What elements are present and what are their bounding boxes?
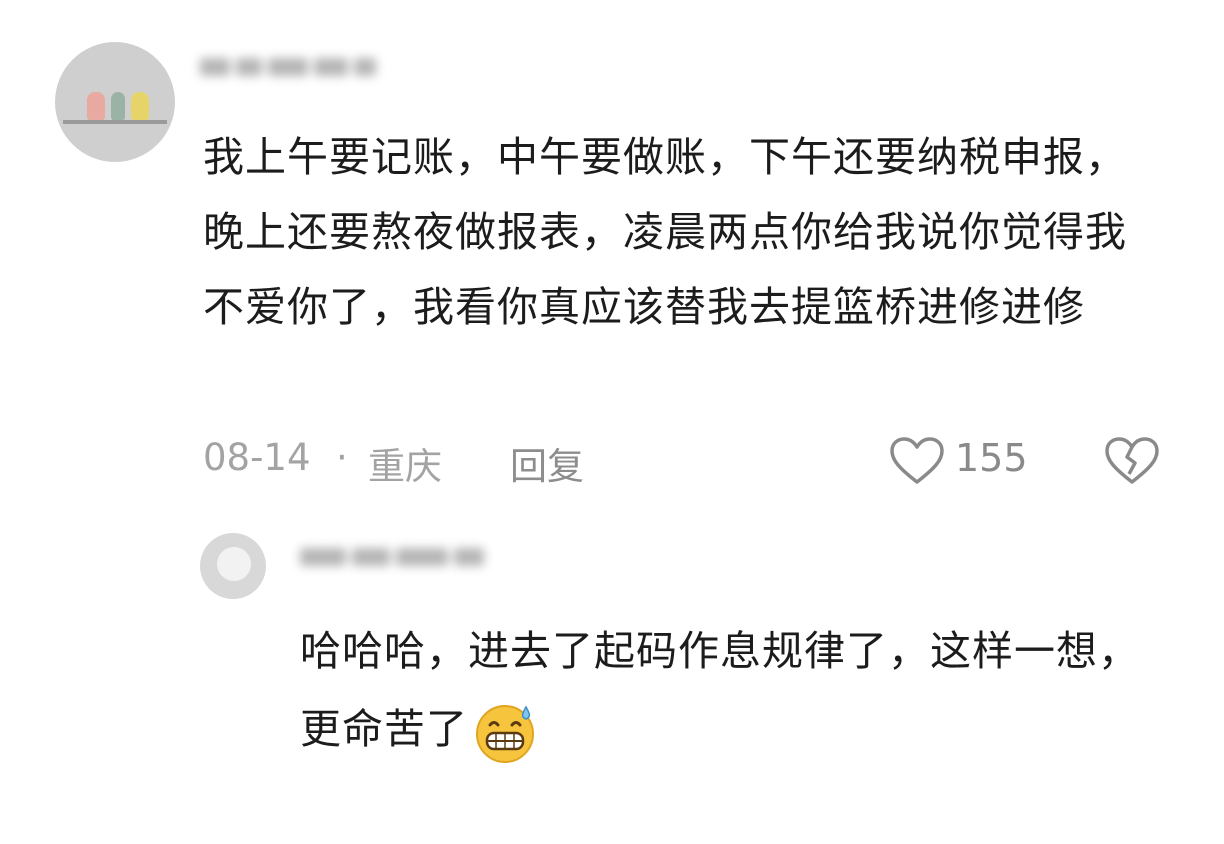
heart-outline-icon[interactable] [889, 436, 945, 486]
reply-name-blurred[interactable] [300, 548, 520, 588]
commenter-avatar[interactable] [55, 42, 175, 162]
reply-avatar[interactable] [200, 533, 266, 599]
grinning-sweat-emoji [472, 699, 538, 765]
reply-text: 哈哈哈，进去了起码作息规律了，这样一想，更命苦了 [300, 612, 1180, 768]
reply-text-content: 哈哈哈，进去了起码作息规律了，这样一想，更命苦了 [300, 627, 1140, 753]
meta-separator: · [336, 436, 348, 479]
avatar-shelf [63, 120, 167, 124]
avatar-figure-yellow [131, 92, 149, 120]
like-count: 155 [955, 436, 1028, 480]
commenter-name-blurred[interactable] [200, 58, 390, 84]
comment-text: 我上午要记账，中午要做账，下午还要纳税申报，晚上还要熬夜做报表，凌晨两点你给我说… [203, 133, 1127, 331]
comment-location: 重庆 [368, 445, 442, 488]
avatar-placeholder-icon [217, 547, 251, 581]
reply-button[interactable]: 回复 [510, 436, 584, 490]
broken-heart-icon[interactable] [1104, 436, 1160, 486]
comment-date: 08-14 [203, 436, 311, 479]
avatar-figure-pink [87, 92, 105, 120]
avatar-figure-green [111, 92, 125, 120]
